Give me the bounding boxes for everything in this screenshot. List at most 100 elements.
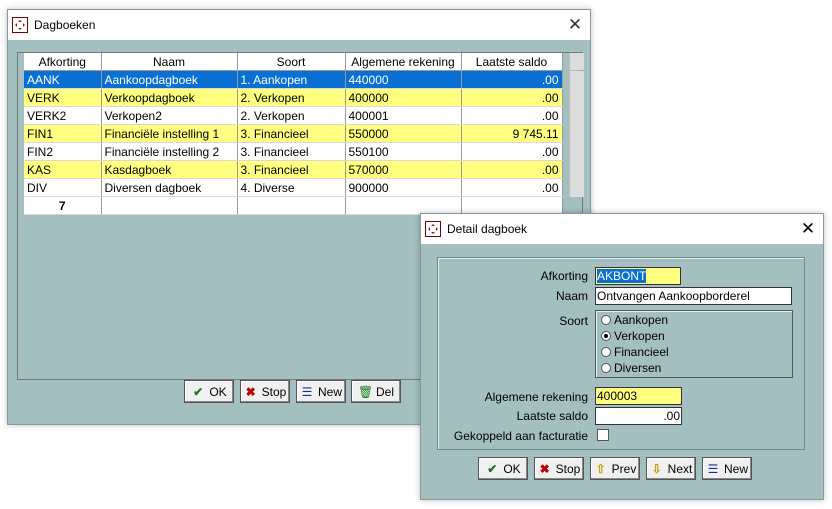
dagboeken-titlebar[interactable]: Dagboeken ✕ (8, 10, 590, 40)
cell-naam: Verkopen2 (101, 106, 238, 125)
radio-selected-icon (601, 331, 611, 341)
afkorting-field[interactable]: AKBONT (595, 267, 681, 285)
radio-diversen[interactable]: Diversen (601, 361, 661, 375)
cell-saldo: .00 (461, 160, 563, 179)
gekoppeld-checkbox[interactable] (597, 429, 609, 441)
scrollbar-header (569, 53, 584, 70)
new-label: New (723, 461, 748, 476)
cell-rekening: 550000 (345, 124, 462, 143)
table-row[interactable]: FIN2 Financiële instelling 2 3. Financie… (24, 142, 563, 161)
check-icon: ✔ (193, 384, 204, 399)
cell-naam: Diversen dagboek (101, 178, 238, 197)
radio-aankopen[interactable]: Aankopen (601, 313, 668, 327)
table-row[interactable]: KAS Kasdagboek 3. Financieel 570000 .00 (24, 160, 563, 179)
new-button[interactable]: ☰ New (296, 380, 346, 403)
app-icon (12, 17, 28, 33)
empty-cell (237, 196, 346, 215)
cell-rekening: 400001 (345, 106, 462, 125)
stop-label: Stop (555, 461, 581, 476)
new-record-icon: ☰ (707, 461, 719, 476)
cell-soort: 4. Diverse (237, 178, 346, 197)
rekening-label: Algemene rekening (484, 390, 588, 404)
radio-label: Verkopen (614, 329, 665, 343)
cell-soort: 2. Verkopen (237, 106, 346, 125)
column-header[interactable]: Algemene rekening (345, 53, 462, 71)
stop-button[interactable]: ✖ Stop (534, 457, 584, 480)
cell-soort: 3. Financieel (237, 142, 346, 161)
new-record-icon: ☰ (301, 384, 313, 399)
radio-icon (601, 347, 611, 357)
radio-label: Financieel (614, 345, 669, 359)
cell-soort: 3. Financieel (237, 160, 346, 179)
ok-label: OK (503, 461, 521, 476)
cell-afkorting: VERK (24, 88, 102, 107)
radio-label: Diversen (614, 361, 662, 375)
column-header[interactable]: Laatste saldo (461, 53, 563, 71)
radio-icon (601, 363, 611, 373)
column-header[interactable]: Afkorting (24, 53, 102, 71)
soort-label: Soort (559, 314, 588, 328)
dagboeken-table: Afkorting Naam Soort Algemene rekening L… (24, 53, 563, 215)
del-label: Del (375, 384, 394, 399)
record-count-row: 7 (24, 196, 563, 215)
close-icon[interactable]: ✕ (560, 10, 590, 40)
next-button[interactable]: ⇩ Next (646, 457, 696, 480)
ok-button[interactable]: ✔ OK (184, 380, 234, 403)
stop-label: Stop (261, 384, 287, 399)
ok-label: OK (209, 384, 227, 399)
cell-saldo: .00 (461, 142, 563, 161)
naam-label: Naam (555, 289, 588, 303)
cell-soort: 3. Financieel (237, 124, 346, 143)
cell-naam: Financiële instelling 2 (101, 142, 238, 161)
saldo-label: Laatste saldo (516, 409, 588, 423)
table-row[interactable]: VERK2 Verkopen2 2. Verkopen 400001 .00 (24, 106, 563, 125)
check-icon: ✔ (487, 461, 498, 476)
arrow-down-icon: ⇩ (651, 461, 662, 476)
vertical-scrollbar[interactable] (569, 71, 584, 197)
cell-afkorting: FIN1 (24, 124, 102, 143)
cell-soort: 1. Aankopen (237, 70, 346, 89)
rekening-field[interactable]: 400003 (595, 387, 682, 405)
window-title: Dagboeken (34, 18, 96, 32)
table-row[interactable]: AANK Aankoopdagboek 1. Aankopen 440000 .… (24, 70, 563, 89)
detail-titlebar[interactable]: Detail dagboek ✕ (421, 214, 823, 244)
cell-rekening: 570000 (345, 160, 462, 179)
cell-naam: Aankoopdagboek (101, 70, 238, 89)
ok-button[interactable]: ✔ OK (478, 457, 528, 480)
cell-afkorting: AANK (24, 70, 102, 89)
afkorting-value: AKBONT (597, 269, 647, 283)
column-header[interactable]: Soort (237, 53, 346, 71)
radio-verkopen[interactable]: Verkopen (601, 329, 665, 343)
naam-field[interactable]: Ontvangen Aankoopborderel (595, 287, 792, 305)
radio-icon (601, 315, 611, 325)
cell-naam: Financiële instelling 1 (101, 124, 238, 143)
radio-financieel[interactable]: Financieel (601, 345, 669, 359)
cell-saldo: .00 (461, 178, 563, 197)
detail-dagboek-window: Detail dagboek ✕ Afkorting AKBONT Naam O… (420, 213, 824, 500)
stop-icon: ✖ (539, 461, 550, 476)
prev-button[interactable]: ⇧ Prev (590, 457, 640, 480)
new-label: New (317, 384, 342, 399)
record-count: 7 (24, 196, 102, 215)
cell-soort: 2. Verkopen (237, 88, 346, 107)
close-icon[interactable]: ✕ (793, 214, 823, 244)
stop-button[interactable]: ✖ Stop (240, 380, 290, 403)
cell-saldo: .00 (461, 106, 563, 125)
column-header[interactable]: Naam (101, 53, 238, 71)
saldo-field[interactable]: .00 (595, 407, 682, 425)
delete-button[interactable]: 🗑 Del (351, 380, 401, 403)
window-title: Detail dagboek (447, 222, 528, 236)
table-header: Afkorting Naam Soort Algemene rekening L… (24, 53, 563, 71)
afkorting-label: Afkorting (540, 269, 588, 283)
cell-rekening: 400000 (345, 88, 462, 107)
table-row[interactable]: FIN1 Financiële instelling 1 3. Financie… (24, 124, 563, 143)
arrow-up-icon: ⇧ (595, 461, 606, 476)
table-row[interactable]: DIV Diversen dagboek 4. Diverse 900000 .… (24, 178, 563, 197)
cell-afkorting: KAS (24, 160, 102, 179)
cell-afkorting: DIV (24, 178, 102, 197)
new-button[interactable]: ☰ New (702, 457, 752, 480)
table-row[interactable]: VERK Verkoopdagboek 2. Verkopen 400000 .… (24, 88, 563, 107)
cell-rekening: 550100 (345, 142, 462, 161)
trash-icon: 🗑 (357, 384, 374, 399)
prev-label: Prev (611, 461, 637, 476)
